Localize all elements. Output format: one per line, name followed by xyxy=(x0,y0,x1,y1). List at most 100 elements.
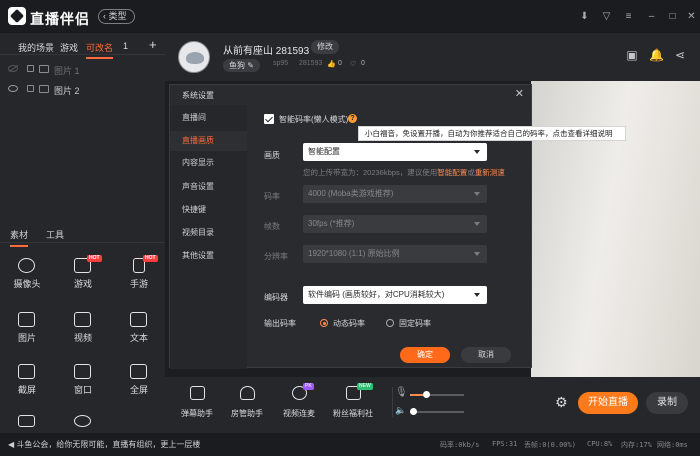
dialog-title: 系统设置 xyxy=(182,91,214,100)
download-icon[interactable]: ⬇ xyxy=(579,11,590,22)
lock-icon[interactable] xyxy=(27,85,34,92)
guild-notice[interactable]: ◀ 斗鱼公会，给你无限可能，直播有组织，更上一层楼 xyxy=(8,439,200,450)
type-button-label: 类型 xyxy=(108,11,127,21)
output-rate-label: 输出码率 xyxy=(264,319,296,328)
source-tabs: 素材 工具 xyxy=(0,225,165,247)
fixed-rate-radio[interactable] xyxy=(386,319,394,327)
hot-badge: HOT xyxy=(143,255,158,262)
record-button[interactable]: 录制 xyxy=(646,392,688,414)
nav-display[interactable]: 内容显示 xyxy=(170,153,247,173)
smart-rate-checkbox[interactable] xyxy=(264,114,274,124)
pk-badge: PK xyxy=(303,383,314,390)
close-icon[interactable]: ✕ xyxy=(686,11,697,22)
resolution-select: 1920*1080 (1:1) 原始比例 xyxy=(303,245,487,263)
mic-slider-knob[interactable] xyxy=(423,391,431,398)
cancel-button[interactable]: 取消 xyxy=(461,347,511,363)
tab-tools[interactable]: 工具 xyxy=(46,228,64,241)
retest-link[interactable]: 重新测速 xyxy=(475,168,505,177)
crop-icon xyxy=(18,364,35,379)
tab-renamable[interactable]: 可改名 xyxy=(86,41,114,59)
nav-hotkeys[interactable]: 快捷键 xyxy=(170,200,247,220)
tool-label: 截屏 xyxy=(17,385,36,395)
tool-window[interactable]: 窗口 xyxy=(58,362,108,402)
quality-select[interactable]: 智能配置 xyxy=(303,143,487,161)
new-badge: NEW xyxy=(357,383,373,390)
smart-rate-tooltip: 小白福音，免设置开播，自动为你推荐适合自己的码率，点击查看详细说明 xyxy=(358,126,626,141)
nav-video-dir[interactable]: 视频目录 xyxy=(170,223,247,243)
layout-icon[interactable]: ▣ xyxy=(625,48,639,62)
fixed-rate-label: 固定码率 xyxy=(399,319,431,328)
scene-item[interactable]: 图片 2 xyxy=(0,79,165,99)
tab-materials[interactable]: 素材 xyxy=(10,228,29,247)
speaker-slider-knob[interactable] xyxy=(409,408,417,415)
nav-other[interactable]: 其他设置 xyxy=(170,246,247,266)
tool-video[interactable]: 视频 xyxy=(58,310,108,350)
title-bar: 直播伴侣 ‹ 类型 ⬇ ▽ ≡ – □ ✕ xyxy=(0,0,700,33)
minimize-icon[interactable]: – xyxy=(646,11,657,22)
file-icon xyxy=(18,415,35,427)
tool-image[interactable]: 图片 xyxy=(2,310,52,350)
danmaku-assistant-button[interactable]: 弹幕助手 xyxy=(173,386,221,419)
eye-icon[interactable] xyxy=(8,85,18,92)
menu-icon[interactable]: ≡ xyxy=(623,11,634,22)
tool-crop[interactable]: 截屏 xyxy=(2,362,52,402)
clock-icon xyxy=(74,415,91,427)
tool-label: 摄像头 xyxy=(13,279,41,289)
tool-text[interactable]: 文本 xyxy=(114,310,164,350)
room-manager-button[interactable]: 房管助手 xyxy=(223,386,271,419)
dynamic-rate-radio[interactable] xyxy=(320,319,328,327)
start-live-button[interactable]: 开始直播 xyxy=(578,392,638,414)
add-scene-icon[interactable]: + xyxy=(149,37,157,52)
nav-room[interactable]: 直播间 xyxy=(170,108,247,128)
chevron-down-icon xyxy=(474,222,480,226)
upload-hint-text: 您的上传带宽为：20236kbps，建议使用 xyxy=(303,168,438,177)
nav-quality[interactable]: 直播画质 xyxy=(170,131,247,151)
share-icon[interactable]: ⋖ xyxy=(673,48,687,62)
mic-volume-slider[interactable] xyxy=(410,391,464,398)
confirm-button[interactable]: 确定 xyxy=(400,347,450,363)
status-bar: ◀ 斗鱼公会，给你无限可能，直播有组织，更上一层楼 码率:0kb/s FPS:3… xyxy=(0,433,700,456)
settings-gear-icon[interactable]: ⚙ xyxy=(555,394,568,411)
category-button[interactable]: 鱼狗 ✎ xyxy=(223,59,260,72)
close-icon[interactable]: ✕ xyxy=(515,87,524,100)
hidden-eye-icon[interactable] xyxy=(8,65,18,72)
scene-list: 图片 1 图片 2 xyxy=(0,55,165,225)
category-label: 鱼狗 xyxy=(229,61,245,70)
tool-fullscreen[interactable]: 全屏 xyxy=(114,362,164,402)
tab-scene-1[interactable]: 1 xyxy=(123,41,128,51)
maximize-icon[interactable]: □ xyxy=(667,11,678,22)
like-icon: 👍 xyxy=(327,61,336,68)
avatar[interactable] xyxy=(178,41,210,73)
tab-my-scenes[interactable]: 我的场景 xyxy=(18,41,54,54)
tab-game[interactable]: 游戏 xyxy=(60,41,78,54)
text-icon xyxy=(130,312,147,327)
speaker-volume-slider[interactable] xyxy=(409,408,464,415)
tool-more-2[interactable] xyxy=(58,413,108,433)
speaker-icon[interactable]: 🔈 xyxy=(395,405,406,416)
help-icon[interactable]: ? xyxy=(348,114,357,123)
guild-notice-text: 斗鱼公会，给你无限可能，直播有组织，更上一层楼 xyxy=(16,440,201,449)
mic-icon[interactable]: 🎙 xyxy=(395,387,408,398)
scene-item[interactable]: 图片 1 xyxy=(0,59,165,79)
lock-icon[interactable] xyxy=(27,65,34,72)
encoder-value: 软件编码 (画质较好，对CPU消耗较大) xyxy=(308,290,445,299)
nav-sound[interactable]: 声音设置 xyxy=(170,177,247,197)
tool-label: 手游 xyxy=(129,279,148,289)
quality-label: 画质 xyxy=(264,151,280,160)
smart-config-link[interactable]: 智能配置 xyxy=(437,168,467,177)
tool-more-1[interactable] xyxy=(2,413,52,433)
tool-game[interactable]: HOT 游戏 xyxy=(58,255,108,296)
fps-label: 帧数 xyxy=(264,222,280,231)
video-icon xyxy=(74,312,91,327)
encoder-select[interactable]: 软件编码 (画质较好，对CPU消耗较大) xyxy=(303,286,487,304)
video-link-button[interactable]: PK 视频连麦 xyxy=(275,383,323,419)
bell-icon[interactable]: 🔔 xyxy=(649,48,664,62)
rename-button[interactable]: 修改 xyxy=(311,40,339,54)
tool-camera[interactable]: 摄像头 xyxy=(2,256,52,296)
fan-welfare-button[interactable]: NEW 粉丝福利社 xyxy=(329,383,377,419)
logo-icon xyxy=(8,7,26,25)
chevron-down-icon xyxy=(474,252,480,256)
type-button[interactable]: ‹ 类型 xyxy=(98,9,135,24)
shirt-icon[interactable]: ▽ xyxy=(601,11,612,22)
tool-mobile-game[interactable]: HOT 手游 xyxy=(114,255,164,296)
